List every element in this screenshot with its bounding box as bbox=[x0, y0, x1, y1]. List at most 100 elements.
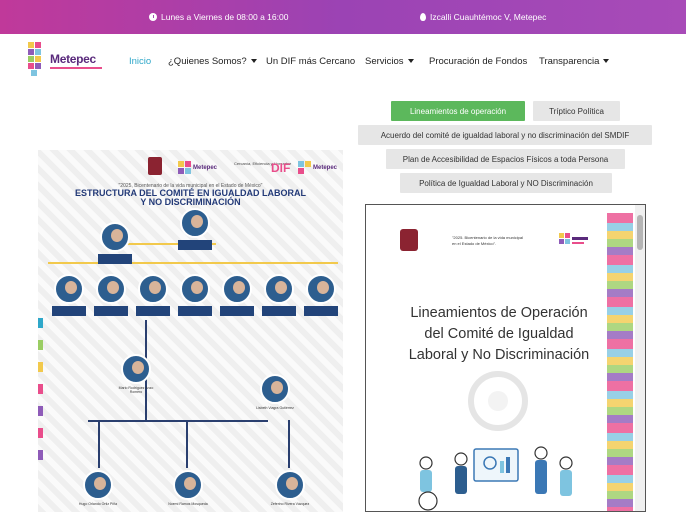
hours-info: Lunes a Viernes de 08:00 a 16:00 bbox=[149, 12, 288, 22]
avatar bbox=[100, 222, 130, 252]
tab-label: Tríptico Política bbox=[549, 106, 604, 116]
nav-item-transparencia[interactable]: Transparencia bbox=[539, 56, 610, 67]
nav-item-quienes-somos[interactable]: ¿Quienes Somos? bbox=[168, 56, 257, 67]
avatar bbox=[83, 470, 113, 500]
logo-underline bbox=[50, 67, 102, 69]
nav-item-procuracion[interactable]: Procuración de Fondos bbox=[429, 56, 527, 67]
org-member bbox=[220, 274, 254, 316]
member-name: Mario Rodríguez Anzo Romero bbox=[118, 386, 154, 394]
member-nameplate bbox=[262, 306, 296, 316]
org-member: Mario Rodríguez Anzo Romero bbox=[114, 354, 158, 394]
org-member bbox=[98, 222, 132, 264]
org-chart-image: Metepec Cercanía, Eficiencia y Honradez … bbox=[38, 150, 343, 512]
document-title: Lineamientos de Operación del Comité de … bbox=[384, 303, 614, 366]
avatar bbox=[260, 374, 290, 404]
org-line bbox=[186, 420, 188, 468]
color-bullet bbox=[38, 428, 43, 438]
org-line bbox=[288, 420, 290, 468]
avatar bbox=[180, 208, 210, 238]
hours-text: Lunes a Viernes de 08:00 a 16:00 bbox=[161, 12, 289, 22]
member-nameplate bbox=[52, 306, 86, 316]
org-member bbox=[262, 274, 296, 316]
people-illustration-icon bbox=[418, 446, 573, 511]
tab-label: Política de Igualdad Laboral y NO Discri… bbox=[419, 178, 593, 188]
tab-label: Plan de Accesibilidad de Espacios Físico… bbox=[402, 154, 609, 164]
address-text: Izcalli Cuauhtémoc V, Metepec bbox=[430, 12, 547, 22]
tab-label: Acuerdo del comité de igualdad laboral y… bbox=[380, 130, 630, 140]
org-member: Lisbeth Viagra Gutiérrez bbox=[252, 374, 298, 410]
chevron-down-icon bbox=[603, 59, 610, 64]
chevron-down-icon bbox=[407, 59, 414, 64]
scrollbar-thumb[interactable] bbox=[637, 215, 643, 250]
document-title-line-1: Lineamientos de Operación bbox=[410, 305, 588, 321]
avatar bbox=[222, 274, 252, 304]
nav-label: Un DIF más Cercano bbox=[266, 56, 356, 67]
document-title-line-3: Laboral y No Discriminación bbox=[408, 347, 590, 363]
avatar bbox=[275, 470, 305, 500]
tab-politica[interactable]: Política de Igualdad Laboral y NO Discri… bbox=[400, 173, 612, 193]
state-crest-icon bbox=[400, 229, 418, 251]
nav-label: Servicios bbox=[365, 56, 404, 67]
avatar bbox=[96, 274, 126, 304]
avatar bbox=[54, 274, 84, 304]
avatar bbox=[138, 274, 168, 304]
document-title-line-2: del Comité de Igualdad bbox=[424, 326, 574, 342]
org-connector bbox=[48, 262, 338, 264]
nav-item-dif-cercano[interactable]: Un DIF más Cercano bbox=[266, 56, 355, 67]
logo-mark-icon bbox=[28, 42, 41, 76]
org-member bbox=[178, 208, 212, 250]
equality-emblem-icon bbox=[468, 371, 528, 431]
org-member: Noemi Ramos Mosqueda bbox=[168, 470, 208, 506]
member-name: Hugo Orlando Ortiz Piña bbox=[78, 502, 118, 506]
tab-triptico[interactable]: Tríptico Política bbox=[533, 101, 620, 121]
color-bullet bbox=[38, 450, 43, 460]
org-member bbox=[178, 274, 212, 316]
member-nameplate bbox=[178, 306, 212, 316]
color-bullet bbox=[38, 362, 43, 372]
nav-item-inicio[interactable]: Inicio bbox=[129, 56, 151, 67]
map-pin-icon bbox=[420, 13, 426, 21]
org-line bbox=[88, 420, 268, 422]
color-bullet bbox=[38, 318, 43, 328]
member-nameplate bbox=[220, 306, 254, 316]
color-bullet bbox=[38, 384, 43, 394]
org-header-logos: Metepec Cercanía, Eficiencia y Honradez … bbox=[148, 157, 338, 175]
viewer-header-note-2: en el Estado de México". bbox=[452, 241, 497, 246]
nav-label: Transparencia bbox=[539, 56, 600, 67]
avatar bbox=[180, 274, 210, 304]
site-logo[interactable]: Metepec bbox=[26, 40, 106, 80]
org-member bbox=[52, 274, 86, 316]
metepec-logo-icon bbox=[559, 233, 588, 244]
document-viewer[interactable]: "2025. Bicentenario de la vida municipal… bbox=[365, 204, 646, 512]
avatar bbox=[173, 470, 203, 500]
member-nameplate bbox=[304, 306, 338, 316]
org-member bbox=[94, 274, 128, 316]
color-bullet bbox=[38, 406, 43, 416]
org-member: Hugo Orlando Ortiz Piña bbox=[78, 470, 118, 506]
member-nameplate bbox=[178, 240, 212, 250]
tab-lineamientos[interactable]: Lineamientos de operación bbox=[391, 101, 525, 121]
org-member bbox=[304, 274, 338, 316]
member-nameplate bbox=[98, 254, 132, 264]
nav-label: ¿Quienes Somos? bbox=[168, 56, 247, 67]
org-title-line-2: Y NO DISCRIMINACIÓN bbox=[140, 197, 241, 207]
top-info-bar: Lunes a Viernes de 08:00 a 16:00 Izcalli… bbox=[0, 0, 686, 34]
nav-item-servicios[interactable]: Servicios bbox=[365, 56, 414, 67]
member-nameplate bbox=[136, 306, 170, 316]
avatar bbox=[264, 274, 294, 304]
org-member: Zeferino Rivera Vázquez bbox=[270, 470, 310, 506]
nav-label: Inicio bbox=[129, 56, 152, 67]
member-name: Zeferino Rivera Vázquez bbox=[270, 502, 310, 506]
tab-acuerdo[interactable]: Acuerdo del comité de igualdad laboral y… bbox=[358, 125, 652, 145]
avatar bbox=[121, 354, 151, 384]
member-name: Noemi Ramos Mosqueda bbox=[168, 502, 208, 506]
tab-plan-accesibilidad[interactable]: Plan de Accesibilidad de Espacios Físico… bbox=[386, 149, 625, 169]
chevron-down-icon bbox=[250, 59, 257, 64]
tab-label: Lineamientos de operación bbox=[409, 106, 507, 116]
viewer-scrollbar[interactable] bbox=[635, 205, 645, 511]
org-logo-text-4: Metepec bbox=[313, 165, 338, 171]
nav-label: Procuración de Fondos bbox=[429, 56, 528, 67]
org-line bbox=[98, 420, 100, 468]
org-logo-text-3: DIF bbox=[271, 161, 290, 175]
avatar bbox=[306, 274, 336, 304]
